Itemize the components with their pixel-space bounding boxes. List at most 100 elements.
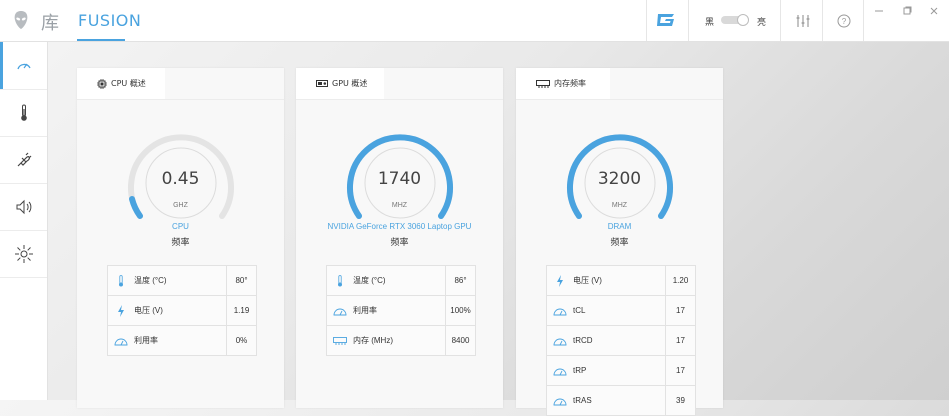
- minimize-icon[interactable]: [874, 6, 884, 16]
- theme-toggle-knob[interactable]: [737, 14, 749, 26]
- usage-icon: [333, 308, 347, 315]
- table-row: 利用率 100%: [327, 296, 475, 326]
- stat-value: 86°: [445, 266, 475, 295]
- g-mode-icon[interactable]: [655, 12, 677, 28]
- stat-label: 利用率: [134, 336, 158, 345]
- stat-label: tRCD: [573, 336, 593, 345]
- stat-value: 17: [665, 356, 695, 385]
- gpu-overview-card: GPU 概述 1740 MHZ NVIDIA GeForce RTX 3060 …: [296, 68, 503, 408]
- stat-value: 0%: [226, 326, 256, 355]
- stat-label: 温度 (°C): [353, 276, 386, 285]
- memory-tab[interactable]: 内存频率: [516, 68, 610, 99]
- nav-library-tab[interactable]: 库: [41, 9, 59, 35]
- brightness-icon: [14, 244, 33, 263]
- bolt-icon: [118, 304, 124, 317]
- stats-table: 温度 (°C) 86° 利用率 100% 内存 (MHz) 8400: [326, 265, 476, 356]
- stat-value: 100%: [445, 296, 475, 325]
- memory-icon: [536, 79, 550, 88]
- nav-fusion-tab[interactable]: FUSION: [78, 11, 141, 30]
- bolt-icon: [557, 274, 563, 287]
- gauge-device-name: NVIDIA GeForce RTX 3060 Laptop GPU: [327, 222, 472, 231]
- stat-value: 17: [665, 326, 695, 355]
- theme-light-label: 亮: [757, 17, 767, 27]
- table-row: 温度 (°C) 86°: [327, 266, 475, 296]
- divider: [780, 0, 781, 41]
- alien-logo-icon[interactable]: [12, 10, 30, 30]
- stat-label: tRAS: [573, 396, 592, 405]
- table-row: tCL 17: [547, 296, 695, 326]
- table-row: 内存 (MHz) 8400: [327, 326, 475, 355]
- thermometer-icon: [20, 104, 27, 121]
- gauge-caption: 频率: [390, 237, 409, 247]
- gauge-unit: MHZ: [611, 202, 628, 209]
- table-row: 电压 (V) 1.19: [108, 296, 256, 326]
- table-row: tRP 17: [547, 356, 695, 386]
- table-row: tRCD 17: [547, 326, 695, 356]
- close-icon[interactable]: [929, 6, 939, 16]
- gauge-value: 3200: [597, 169, 642, 189]
- sidebar-item-lighting[interactable]: [0, 230, 47, 278]
- stat-value: 80°: [226, 266, 256, 295]
- stat-label: tCL: [573, 306, 586, 315]
- sidebar-item-thermal[interactable]: [0, 89, 47, 137]
- usage-icon: [553, 398, 567, 405]
- gauge-caption: 频率: [171, 237, 190, 247]
- chip-icon: [97, 78, 107, 89]
- gauge-device-name: CPU: [172, 222, 189, 231]
- usage-icon: [553, 368, 567, 375]
- table-row: tRAS 39: [547, 386, 695, 415]
- gauge-unit: GHZ: [173, 202, 188, 209]
- help-icon[interactable]: ?: [836, 13, 852, 29]
- table-row: 电压 (V) 1.20: [547, 266, 695, 296]
- memory-icon: [333, 336, 347, 345]
- divider: [296, 99, 503, 100]
- maximize-icon[interactable]: [902, 6, 912, 16]
- stat-value: 39: [665, 386, 695, 415]
- stats-table: 温度 (°C) 80° 电压 (V) 1.19 利用率 0%: [107, 265, 257, 356]
- divider: [822, 0, 823, 41]
- stat-label: 利用率: [353, 306, 377, 315]
- gpu-tab[interactable]: GPU 概述: [296, 68, 384, 99]
- sliders-icon[interactable]: [795, 13, 811, 29]
- gauge-caption: 频率: [610, 237, 629, 247]
- active-tab-indicator: [77, 39, 125, 41]
- graphics-card-icon: [316, 79, 328, 87]
- sidebar-active-indicator: [0, 42, 3, 89]
- stats-table: 电压 (V) 1.20 tCL 17 tRCD 17 tRP 17 tRAS 3…: [546, 265, 696, 416]
- divider: [688, 0, 689, 41]
- stat-label: tRP: [573, 366, 587, 375]
- speaker-icon: [16, 199, 31, 214]
- theme-dark-label: 黑: [705, 17, 715, 27]
- stat-value: 1.19: [226, 296, 256, 325]
- tab-label: CPU 概述: [111, 79, 146, 88]
- thermometer-icon: [338, 274, 342, 286]
- stat-value: 8400: [445, 326, 475, 355]
- divider: [863, 0, 864, 41]
- sidebar-item-power[interactable]: [0, 136, 47, 184]
- divider: [516, 99, 723, 100]
- svg-text:?: ?: [842, 17, 847, 26]
- stat-value: 1.20: [665, 266, 695, 295]
- sidebar-item-audio[interactable]: [0, 183, 47, 231]
- plug-icon: [17, 152, 31, 166]
- sidebar: [0, 42, 48, 400]
- gauge-icon: [16, 63, 31, 69]
- stat-label: 电压 (V): [573, 276, 602, 285]
- tab-label: 内存频率: [554, 79, 586, 88]
- gauge-value: 1740: [377, 169, 422, 189]
- stat-value: 17: [665, 296, 695, 325]
- thermometer-icon: [119, 274, 123, 286]
- divider: [646, 0, 647, 41]
- gauge-unit: MHZ: [391, 202, 408, 209]
- usage-icon: [553, 338, 567, 345]
- usage-icon: [553, 308, 567, 315]
- divider: [77, 99, 284, 100]
- table-row: 利用率 0%: [108, 326, 256, 355]
- stat-label: 电压 (V): [134, 306, 163, 315]
- gauge-device-name: DRAM: [607, 222, 632, 231]
- top-bar: 库 FUSION 黑 亮 ?: [0, 0, 949, 42]
- sidebar-item-performance[interactable]: [0, 42, 47, 90]
- stat-label: 温度 (°C): [134, 276, 167, 285]
- usage-icon: [114, 338, 128, 345]
- cpu-tab[interactable]: CPU 概述: [77, 68, 165, 99]
